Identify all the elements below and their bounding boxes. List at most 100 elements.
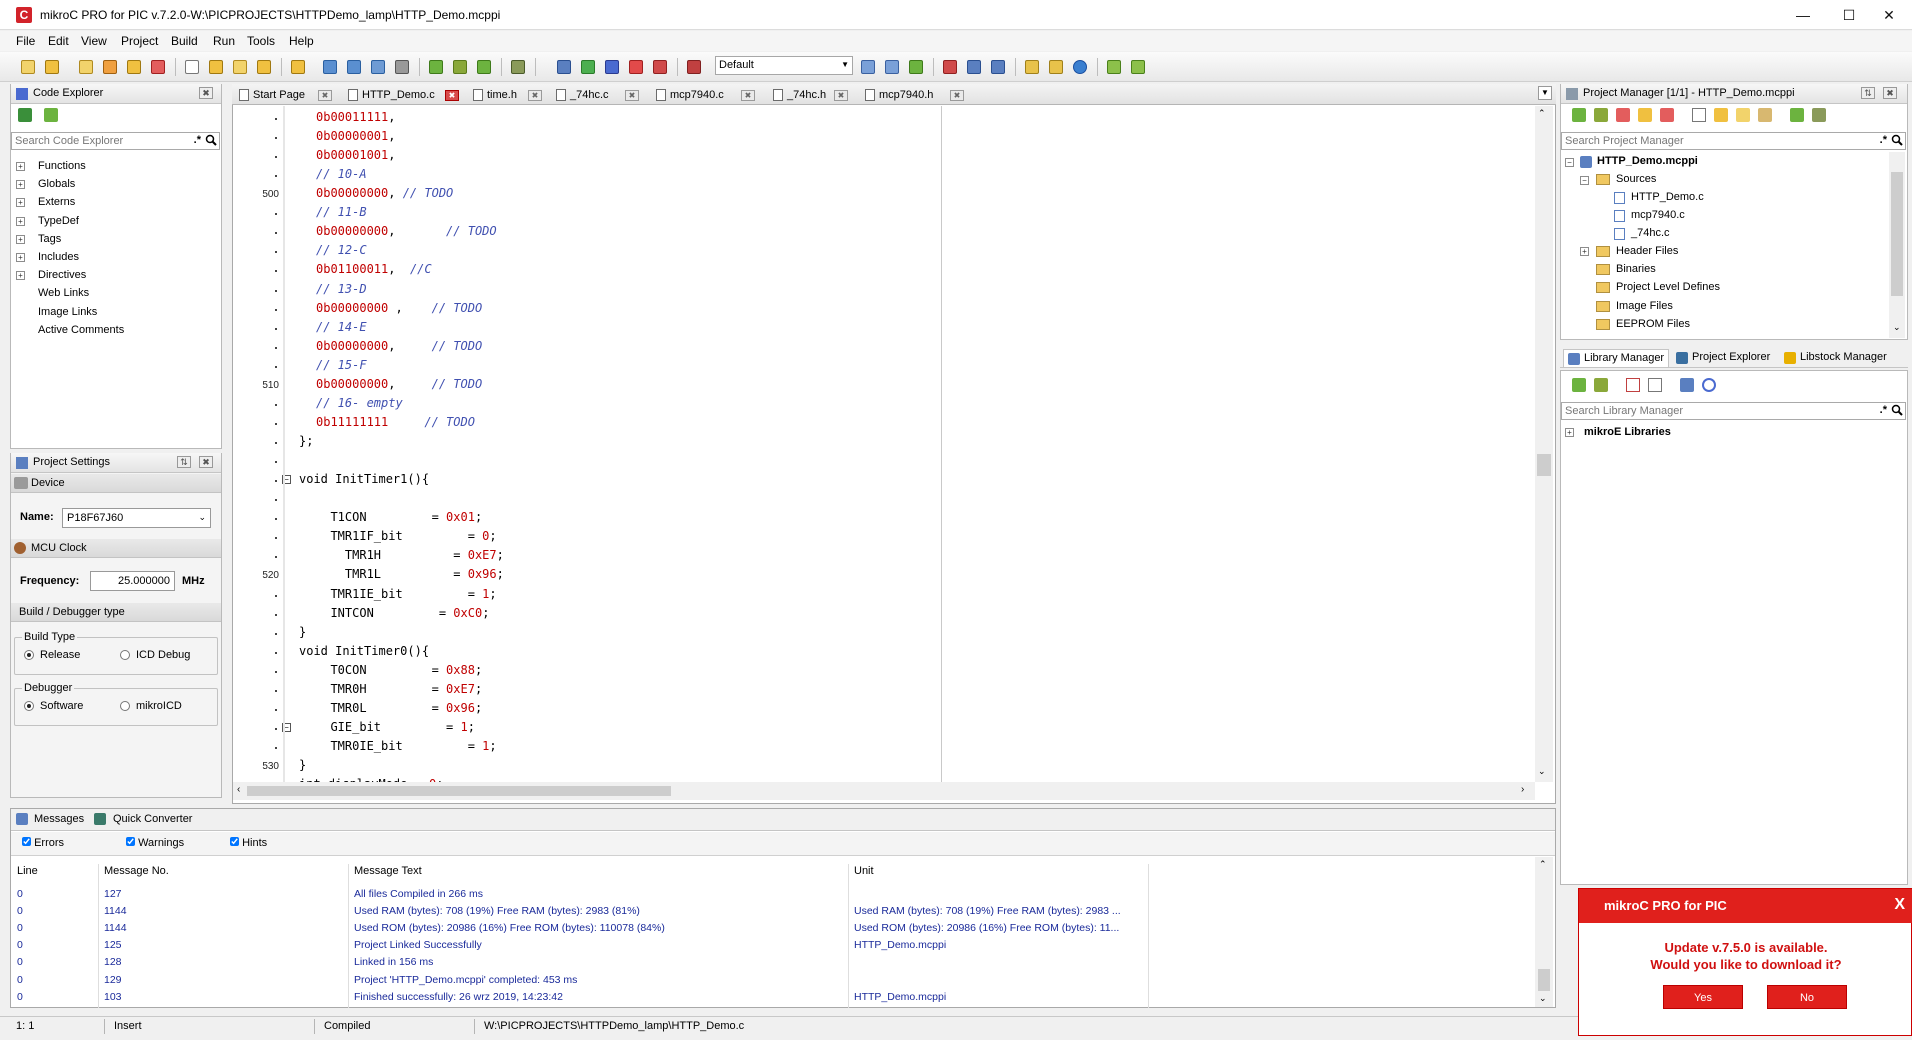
mikroe-libraries-node[interactable]: mikroE Libraries: [1584, 426, 1671, 438]
usart-terminal-icon[interactable]: [964, 57, 984, 77]
remove-icon[interactable]: [1616, 108, 1630, 122]
scrollbar-thumb[interactable]: [1537, 454, 1551, 476]
project-tree-scrollbar[interactable]: ⌄: [1889, 152, 1905, 338]
popup-close-icon[interactable]: X: [1894, 896, 1905, 914]
code-explorer-item[interactable]: Globals: [38, 178, 75, 190]
regex-toggle[interactable]: .*: [1880, 134, 1887, 146]
source-file[interactable]: _74hc.c: [1631, 227, 1670, 239]
search-icon[interactable]: [205, 134, 217, 146]
config-manager-icon[interactable]: [906, 57, 926, 77]
yes-button[interactable]: Yes: [1663, 985, 1743, 1009]
open-icon[interactable]: [288, 57, 308, 77]
source-file[interactable]: HTTP_Demo.c: [1631, 191, 1704, 203]
message-cell[interactable]: 0: [17, 922, 23, 934]
config-icon[interactable]: [882, 57, 902, 77]
project-manager-search[interactable]: Search Project Manager .*: [1561, 132, 1906, 150]
editor-horizontal-scrollbar[interactable]: ‹ ›: [233, 782, 1535, 800]
save-all-icon[interactable]: [100, 57, 120, 77]
expand-icon[interactable]: +: [16, 234, 25, 244]
message-cell[interactable]: Project 'HTTP_Demo.mcppi' completed: 453…: [354, 974, 577, 986]
search-icon[interactable]: [1891, 134, 1903, 146]
code-line[interactable]: // 10-A: [316, 167, 367, 186]
new-file-icon[interactable]: [1692, 108, 1706, 122]
message-cell[interactable]: Used ROM (bytes): 20986 (16%) Free ROM (…: [354, 922, 665, 934]
code-explorer-item[interactable]: Includes: [38, 251, 79, 263]
code-explorer-item[interactable]: Image Links: [38, 306, 97, 318]
code-line[interactable]: T0CON = 0x88;: [316, 663, 482, 682]
close-tab-icon[interactable]: ✖: [625, 90, 639, 101]
code-line[interactable]: 0b11111111 // TODO: [316, 415, 475, 434]
save-icon[interactable]: [320, 57, 340, 77]
code-line[interactable]: }: [299, 758, 306, 777]
build-icon[interactable]: [1790, 108, 1804, 122]
project-folder[interactable]: Header Files: [1616, 245, 1678, 257]
code-line[interactable]: 0b00011111,: [316, 110, 395, 129]
message-cell[interactable]: Finished successfully: 26 wrz 2019, 14:2…: [354, 991, 563, 1003]
message-cell[interactable]: 0: [17, 905, 23, 917]
close-icon[interactable]: ✖: [199, 87, 213, 99]
expand-icon[interactable]: +: [1565, 428, 1574, 437]
open-file-icon[interactable]: [42, 57, 62, 77]
sync-icon[interactable]: [44, 108, 58, 122]
scroll-down-icon[interactable]: ⌄: [1539, 993, 1547, 1004]
edit-icon[interactable]: [1758, 108, 1772, 122]
code-line[interactable]: GIE_bit = 1;: [316, 720, 475, 739]
tab-libstock-manager[interactable]: Libstock Manager: [1780, 349, 1900, 367]
device-name-select[interactable]: P18F67J60 ⌄: [62, 508, 211, 528]
message-cell[interactable]: 128: [104, 956, 122, 968]
scroll-up-icon[interactable]: ⌃: [1539, 859, 1547, 870]
project-folder[interactable]: Image Files: [1616, 300, 1673, 312]
uncheck-all-icon[interactable]: [1648, 378, 1662, 392]
warnings-checkbox[interactable]: [126, 837, 135, 846]
reload-icon[interactable]: [1702, 378, 1716, 392]
close-icon[interactable]: ✖: [1883, 87, 1897, 99]
code-line[interactable]: // 13-D: [316, 282, 367, 301]
sources-folder[interactable]: Sources: [1616, 173, 1656, 185]
project-folder[interactable]: Binaries: [1616, 263, 1656, 275]
close-icon[interactable]: [368, 57, 388, 77]
menu-view[interactable]: View: [81, 34, 107, 48]
tab-http-demo-c[interactable]: HTTP_Demo.c ✖: [345, 86, 463, 105]
software-radio[interactable]: [24, 701, 34, 711]
icd-debug-radio[interactable]: [120, 650, 130, 660]
scroll-left-icon[interactable]: ‹: [237, 784, 240, 795]
regex-toggle[interactable]: .*: [1880, 404, 1887, 416]
code-line[interactable]: // 14-E: [316, 320, 367, 339]
save-as-icon[interactable]: [344, 57, 364, 77]
bookmark-icon[interactable]: [650, 57, 670, 77]
message-cell[interactable]: HTTP_Demo.mcppi: [854, 991, 946, 1003]
code-line[interactable]: 0b00000000, // TODO: [316, 224, 497, 243]
scroll-down-icon[interactable]: ⌄: [1538, 766, 1546, 777]
code-line[interactable]: TMR0L = 0x96;: [316, 701, 482, 720]
message-cell[interactable]: 103: [104, 991, 122, 1003]
message-cell[interactable]: 127: [104, 888, 122, 900]
code-line[interactable]: void InitTimer1(){: [299, 472, 429, 491]
collapse-icon[interactable]: −: [1565, 158, 1574, 167]
close-tab-icon[interactable]: ✖: [834, 90, 848, 101]
library-icon[interactable]: [1680, 378, 1694, 392]
close-tab-icon[interactable]: ✖: [528, 90, 542, 101]
tab-messages[interactable]: Messages: [34, 813, 84, 825]
errors-filter[interactable]: Errors: [22, 837, 64, 849]
minimize-button[interactable]: —: [1780, 0, 1826, 30]
library-manager-search[interactable]: Search Library Manager .*: [1561, 402, 1906, 420]
tab-quick-converter[interactable]: Quick Converter: [113, 813, 192, 825]
message-cell[interactable]: 125: [104, 939, 122, 951]
build-icon[interactable]: [426, 57, 446, 77]
message-cell[interactable]: Linked in 156 ms: [354, 956, 433, 968]
seven-seg-icon[interactable]: [988, 57, 1008, 77]
message-cell[interactable]: Used RAM (bytes): 708 (19%) Free RAM (by…: [854, 905, 1121, 917]
menu-edit[interactable]: Edit: [48, 34, 69, 48]
pin-icon[interactable]: ⇅: [177, 456, 191, 468]
code-line[interactable]: // 11-B: [316, 205, 367, 224]
code-line[interactable]: TMR1H = 0xE7;: [316, 548, 504, 567]
mikroicd-radio[interactable]: [120, 701, 130, 711]
scrollbar-thumb[interactable]: [1891, 172, 1903, 296]
message-cell[interactable]: All files Compiled in 266 ms: [354, 888, 483, 900]
warnings-filter[interactable]: Warnings: [126, 837, 184, 849]
hints-filter[interactable]: Hints: [230, 837, 267, 849]
tools-icon[interactable]: [1022, 57, 1042, 77]
code-explorer-item[interactable]: Functions: [38, 160, 86, 172]
project-root-node[interactable]: HTTP_Demo.mcppi: [1597, 155, 1698, 167]
message-cell[interactable]: 0: [17, 939, 23, 951]
